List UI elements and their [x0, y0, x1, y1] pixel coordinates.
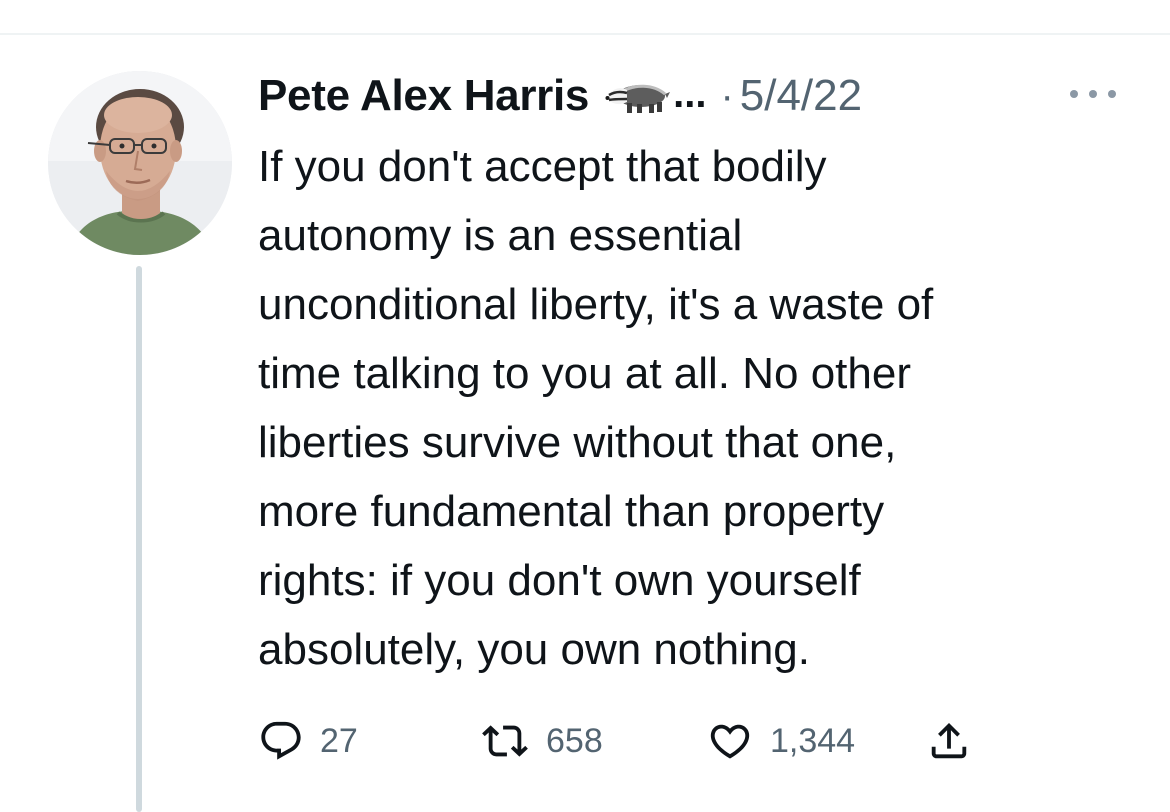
retweet-count: 658: [546, 721, 603, 760]
tweet-actions-bar: 27 658 1,344: [258, 714, 1058, 768]
heart-icon: [710, 724, 750, 759]
more-horizontal-icon[interactable]: [1070, 82, 1116, 106]
header-separator: ·: [720, 73, 734, 118]
like-button[interactable]: 1,344: [706, 714, 855, 768]
tweet-date[interactable]: 5/4/22: [740, 71, 862, 121]
retweet-button[interactable]: 658: [480, 714, 603, 768]
author-avatar[interactable]: [48, 71, 232, 255]
top-divider: [0, 33, 1170, 35]
author-display-name[interactable]: Pete Alex Harris: [258, 71, 589, 121]
retweet-icon: [482, 725, 528, 757]
reply-button[interactable]: 27: [258, 714, 358, 768]
reply-icon: [261, 721, 301, 760]
share-icon: [931, 722, 967, 759]
share-button[interactable]: [926, 714, 972, 768]
avatar-photo: [48, 71, 232, 255]
like-count: 1,344: [770, 721, 856, 760]
reply-count: 27: [320, 721, 358, 760]
tweet-text: If you don't accept that bodily autonomy…: [258, 142, 934, 674]
name-truncation-ellipsis: ...: [673, 71, 707, 116]
thread-connector-line: [136, 266, 142, 812]
badger-icon: [605, 74, 671, 118]
tweet-header: Pete Alex Harris ... · 5/4/22: [258, 66, 862, 126]
